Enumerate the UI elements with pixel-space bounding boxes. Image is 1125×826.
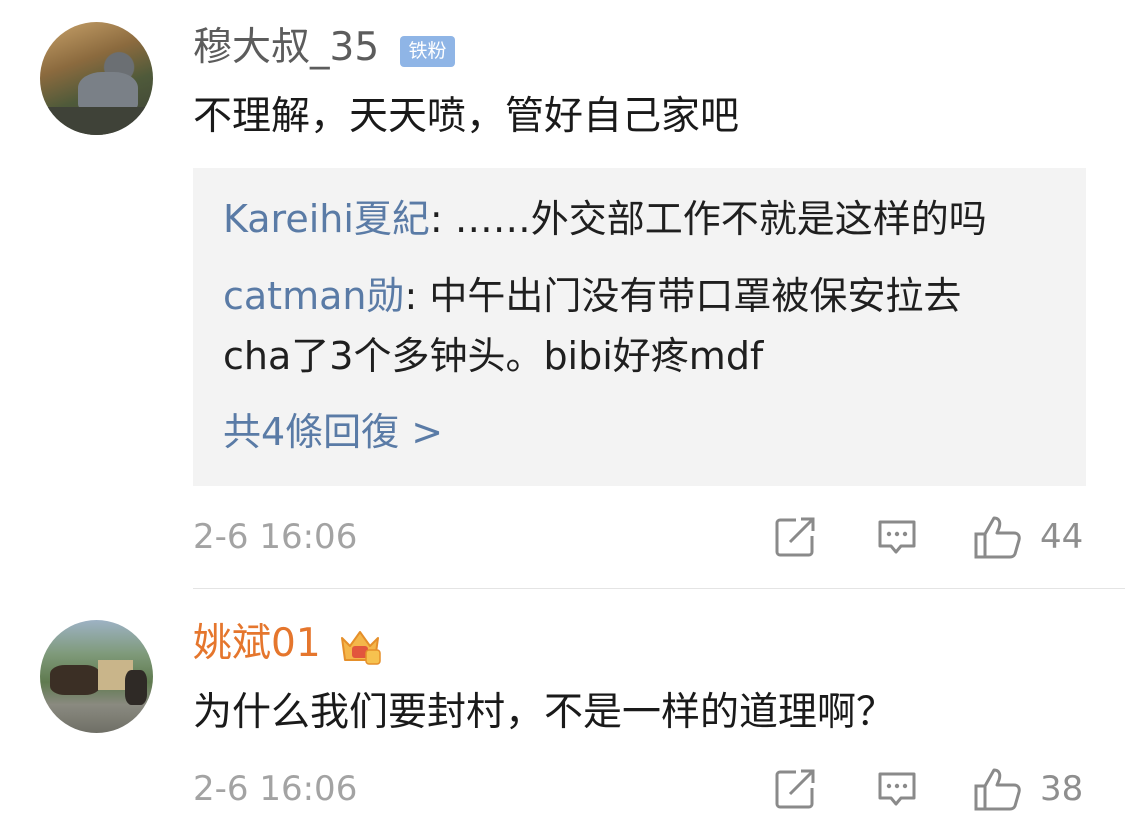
more-replies-link[interactable]: 共4條回復 >	[223, 401, 443, 463]
thumbs-up-icon[interactable]	[972, 514, 1022, 560]
user-avatar[interactable]	[40, 620, 153, 733]
username[interactable]: 姚斌01	[193, 620, 321, 668]
replies-box[interactable]: Kareihi夏紀: ……外交部工作不就是这样的吗 catman勋: 中午出门没…	[193, 168, 1086, 486]
like-count: 44	[1040, 517, 1084, 557]
username[interactable]: 穆大叔_35	[193, 24, 379, 72]
comment-text: 不理解，天天喷，管好自己家吧	[193, 94, 740, 139]
reply-text-continued: cha了3个多钟头。bibi好疼mdf	[223, 334, 764, 378]
comment-text: 为什么我们要封村，不是一样的道理啊？	[193, 690, 896, 735]
reply-text: ……外交部工作不就是这样的吗	[454, 197, 987, 241]
reply-text: 中午出门没有带口罩被保安拉去	[429, 274, 962, 318]
timestamp: 2-6 16:06	[193, 769, 358, 809]
comment-meta: 2-6 16:06 44	[0, 512, 1125, 562]
reply-separator: :	[429, 197, 455, 241]
like-count: 38	[1040, 769, 1084, 809]
comment-icon[interactable]	[874, 766, 920, 812]
fan-badge: 铁粉	[400, 36, 455, 67]
comment-item: 姚斌01 为什么我们要封村，不是一样的道理啊？ 2-6 16:06 38	[0, 590, 1125, 826]
reply-item: Kareihi夏紀: ……外交部工作不就是这样的吗	[223, 188, 987, 250]
reply-author[interactable]: catman勋	[223, 274, 404, 318]
reply-item: catman勋: 中午出门没有带口罩被保安拉去	[223, 265, 961, 327]
comment-meta: 2-6 16:06 38	[0, 764, 1125, 814]
divider	[193, 588, 1125, 589]
comment-item: 穆大叔_35 铁粉 不理解，天天喷，管好自己家吧 Kareihi夏紀: ……外交…	[0, 0, 1125, 590]
reply-separator: :	[404, 274, 430, 318]
comment-icon[interactable]	[874, 514, 920, 560]
share-icon[interactable]	[772, 514, 818, 560]
share-icon[interactable]	[772, 766, 818, 812]
timestamp: 2-6 16:06	[193, 517, 358, 557]
user-avatar[interactable]	[40, 22, 153, 135]
thumbs-up-icon[interactable]	[972, 766, 1022, 812]
crown-icon	[338, 626, 382, 666]
reply-author[interactable]: Kareihi夏紀	[223, 197, 430, 241]
